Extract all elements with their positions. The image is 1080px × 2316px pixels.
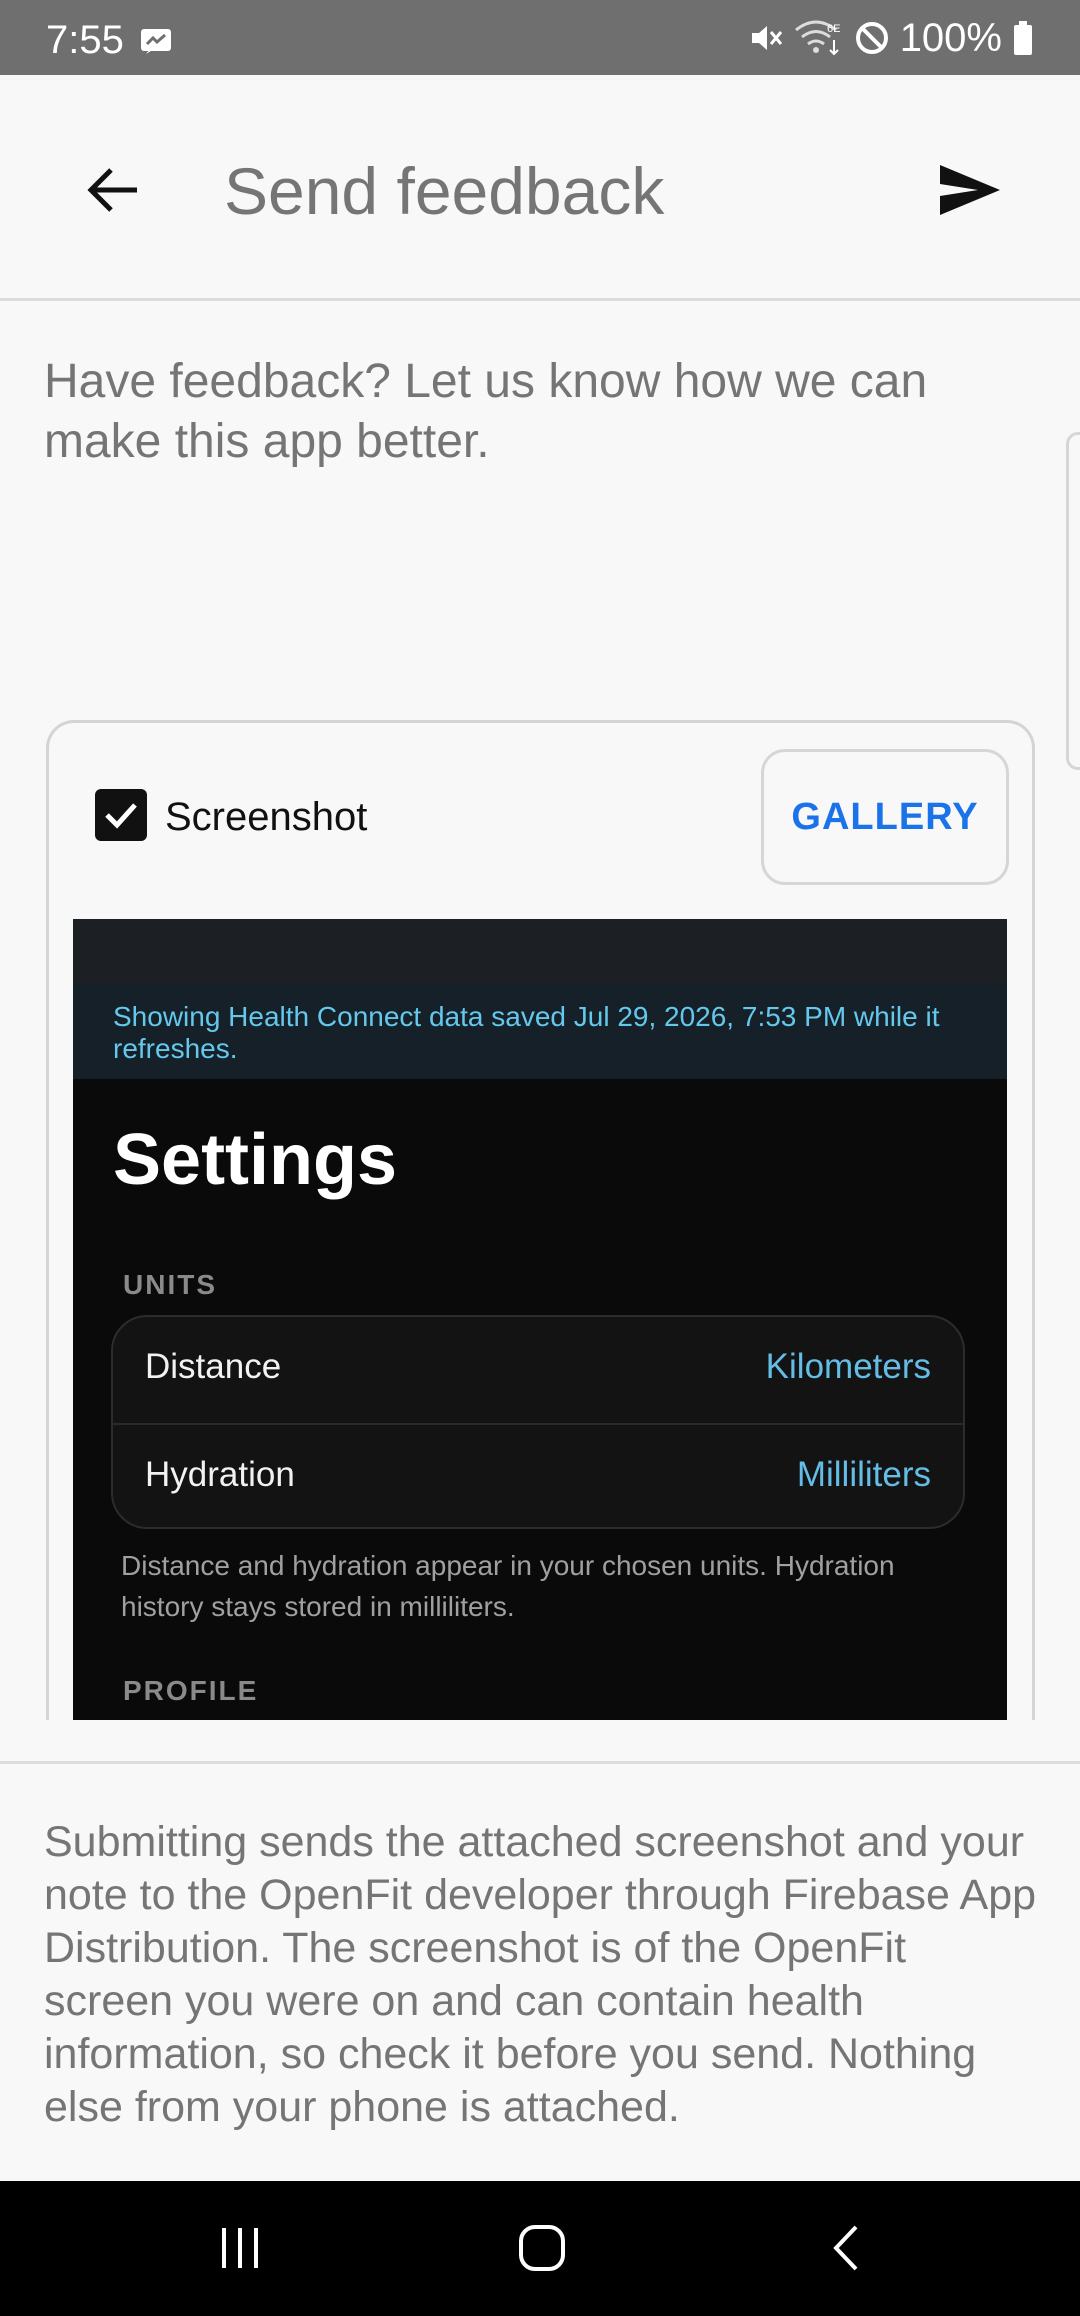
send-button[interactable] [930, 155, 1010, 225]
scroll-edge-handle[interactable] [1066, 432, 1080, 770]
preview-banner: Showing Health Connect data saved Jul 29… [73, 983, 1007, 1079]
screenshot-checkbox[interactable] [95, 789, 147, 841]
gallery-button[interactable]: GALLERY [761, 749, 1009, 885]
list-item: Hydration Milliliters [113, 1423, 963, 1529]
navigation-bar [0, 2181, 1080, 2316]
svg-text:6E: 6E [827, 23, 840, 35]
arrow-left-icon [87, 168, 137, 212]
list-item: Distance Kilometers [113, 1317, 963, 1423]
page-title: Send feedback [224, 154, 665, 228]
preview-units-list: Distance Kilometers Hydration Milliliter… [111, 1315, 965, 1529]
units-value: Milliliters [796, 1455, 931, 1494]
app-bar: Send feedback [0, 75, 1080, 301]
screenshot-checkbox-label[interactable]: Screenshot [165, 795, 367, 840]
status-icons: 6E 100% [748, 16, 1034, 60]
status-time: 7:55 [46, 18, 124, 62]
feedback-input[interactable]: Have feedback? Let us know how we can ma… [44, 352, 1034, 472]
back-icon [833, 2225, 858, 2271]
units-name: Distance [145, 1347, 282, 1386]
preview-units-note: Distance and hydration appear in your ch… [121, 1550, 895, 1622]
mute-icon [751, 26, 782, 50]
screenshot-card: Screenshot GALLERY Showing Health Connec… [46, 720, 1035, 1720]
screenshot-preview[interactable]: Showing Health Connect data saved Jul 29… [73, 919, 1007, 1720]
feedback-placeholder: Have feedback? Let us know how we can ma… [44, 355, 928, 468]
recents-icon [222, 2228, 258, 2268]
units-value: Kilometers [765, 1347, 931, 1386]
status-bar: 7:55 6E 100% [0, 0, 1080, 75]
send-icon [940, 165, 1000, 215]
home-icon [519, 2225, 565, 2271]
preview-title: Settings [113, 1120, 398, 1200]
home-button[interactable] [502, 2215, 582, 2281]
battery-percentage: 100% [899, 15, 1002, 60]
preview-profile-label: PROFILE [123, 1675, 259, 1706]
back-button[interactable] [80, 157, 146, 223]
recents-button[interactable] [200, 2215, 280, 2281]
preview-status-area [73, 919, 1007, 983]
message-icon [141, 29, 171, 54]
battery-icon [1014, 21, 1032, 55]
disclaimer-text: Submitting sends the attached screenshot… [44, 1818, 1037, 2131]
units-name: Hydration [145, 1455, 295, 1494]
wifi-6e-icon: 6E [794, 20, 840, 56]
do-not-disturb-icon [855, 22, 888, 54]
preview-units-label: UNITS [123, 1269, 217, 1300]
nav-back-button[interactable] [806, 2215, 886, 2281]
divider [0, 1761, 1080, 1764]
check-icon [105, 803, 137, 829]
